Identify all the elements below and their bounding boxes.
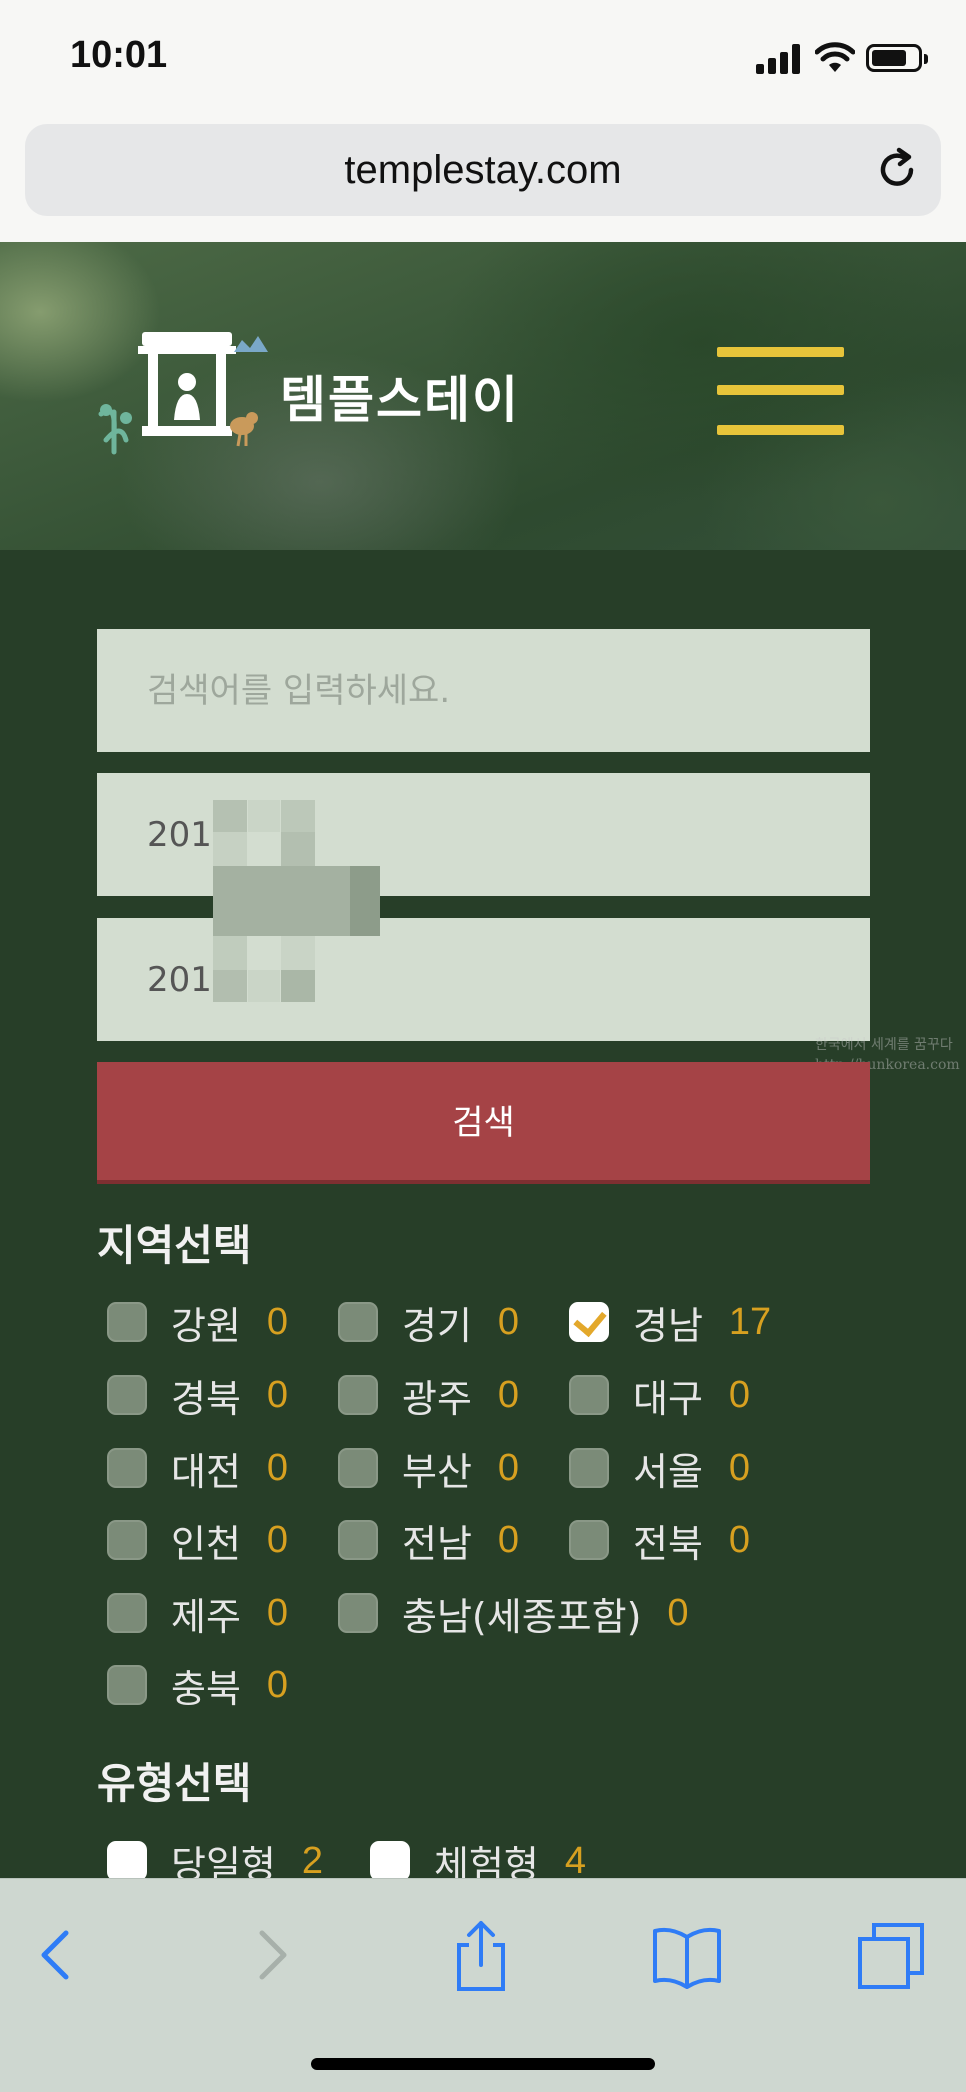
region-checkbox[interactable]: [569, 1375, 609, 1415]
menu-hamburger-icon[interactable]: [717, 347, 844, 435]
region-label: 강원: [171, 1303, 241, 1348]
region-label: 광주: [402, 1376, 472, 1421]
status-time: 10:01: [70, 34, 168, 76]
wifi-icon: [815, 42, 855, 72]
region-label: 서울: [633, 1449, 703, 1494]
url-text: templestay.com: [344, 148, 622, 192]
tabs-icon[interactable]: [852, 1915, 932, 1995]
address-bar[interactable]: templestay.com: [25, 124, 941, 216]
region-count: 0: [497, 1518, 520, 1561]
region-count: 0: [667, 1591, 689, 1634]
share-icon[interactable]: [441, 1915, 521, 1995]
region-label: 전북: [633, 1521, 703, 1566]
back-icon[interactable]: [16, 1915, 96, 1995]
status-bar: 10:01: [0, 0, 966, 120]
region-label: 부산: [402, 1449, 472, 1494]
region-option-seoul[interactable]: 서울 0: [569, 1443, 751, 1494]
region-checkbox[interactable]: [338, 1593, 378, 1633]
region-count: 0: [497, 1300, 520, 1343]
region-count: 0: [497, 1446, 520, 1489]
region-count: 0: [266, 1446, 289, 1489]
battery-icon: [866, 44, 928, 72]
type-checkbox[interactable]: [370, 1841, 410, 1881]
region-option-incheon[interactable]: 인천 0: [107, 1515, 289, 1566]
region-count: 17: [728, 1300, 772, 1343]
region-checkbox[interactable]: [338, 1375, 378, 1415]
region-option-chungnam[interactable]: 충남(세종포함) 0: [338, 1588, 689, 1639]
region-checkbox-checked[interactable]: [569, 1302, 609, 1342]
region-label: 경남: [633, 1303, 703, 1348]
region-label: 충남(세종포함): [402, 1594, 642, 1639]
temple-logo-icon[interactable]: [96, 322, 271, 522]
region-checkbox[interactable]: [107, 1593, 147, 1633]
region-checkbox[interactable]: [107, 1448, 147, 1488]
region-option-daegu[interactable]: 대구 0: [569, 1370, 751, 1421]
region-count: 0: [266, 1300, 289, 1343]
region-option-daejeon[interactable]: 대전 0: [107, 1443, 289, 1494]
region-checkbox[interactable]: [569, 1520, 609, 1560]
region-checkbox[interactable]: [107, 1665, 147, 1705]
region-section-title: 지역선택: [97, 1221, 252, 1270]
region-count: 0: [266, 1518, 289, 1561]
address-bar-area: templestay.com: [0, 120, 966, 242]
region-count: 0: [266, 1373, 289, 1416]
search-button[interactable]: 검색: [97, 1062, 870, 1184]
type-count: 2: [301, 1839, 324, 1882]
region-label: 경북: [171, 1376, 241, 1421]
type-section-title: 유형선택: [97, 1759, 252, 1808]
region-option-chungbuk[interactable]: 충북 0: [107, 1660, 289, 1711]
signal-icon: [756, 44, 804, 74]
region-option-jeonnam[interactable]: 전남 0: [338, 1515, 520, 1566]
region-count: 0: [728, 1446, 751, 1489]
region-option-gyeonggi[interactable]: 경기 0: [338, 1297, 520, 1348]
region-checkbox[interactable]: [107, 1375, 147, 1415]
region-label: 충북: [171, 1666, 241, 1711]
region-option-jeonbuk[interactable]: 전북 0: [569, 1515, 751, 1566]
region-label: 대구: [633, 1376, 703, 1421]
region-label: 인천: [171, 1521, 241, 1566]
keyword-search-field[interactable]: [97, 629, 870, 752]
logo-text: 템플스테이: [280, 371, 520, 429]
bookmarks-icon[interactable]: [647, 1915, 727, 1995]
region-option-busan[interactable]: 부산 0: [338, 1443, 520, 1494]
reload-icon[interactable]: [873, 146, 921, 194]
region-count: 0: [266, 1663, 289, 1706]
region-count: 0: [266, 1591, 289, 1634]
keyword-search-input[interactable]: [97, 629, 870, 752]
type-checkbox[interactable]: [107, 1841, 147, 1881]
region-option-gyeongnam[interactable]: 경남 17: [569, 1297, 772, 1348]
region-label: 경기: [402, 1303, 472, 1348]
region-count: 0: [728, 1518, 751, 1561]
region-checkbox[interactable]: [338, 1302, 378, 1342]
forward-icon: [259, 1930, 287, 1980]
region-option-gwangju[interactable]: 광주 0: [338, 1370, 520, 1421]
region-count: 0: [728, 1373, 751, 1416]
hero-header: 템플스테이: [0, 242, 966, 550]
region-option-gangwon[interactable]: 강원 0: [107, 1297, 289, 1348]
region-label: 대전: [171, 1449, 241, 1494]
region-checkbox[interactable]: [338, 1520, 378, 1560]
region-label: 전남: [402, 1521, 472, 1566]
region-checkbox[interactable]: [569, 1448, 609, 1488]
region-label: 제주: [171, 1594, 241, 1639]
region-checkbox[interactable]: [338, 1448, 378, 1488]
region-option-gyeongbuk[interactable]: 경북 0: [107, 1370, 289, 1421]
region-count: 0: [497, 1373, 520, 1416]
region-option-jeju[interactable]: 제주 0: [107, 1588, 289, 1639]
region-checkbox[interactable]: [107, 1520, 147, 1560]
region-checkbox[interactable]: [107, 1302, 147, 1342]
home-indicator: [311, 2058, 655, 2070]
type-count: 4: [564, 1839, 587, 1882]
